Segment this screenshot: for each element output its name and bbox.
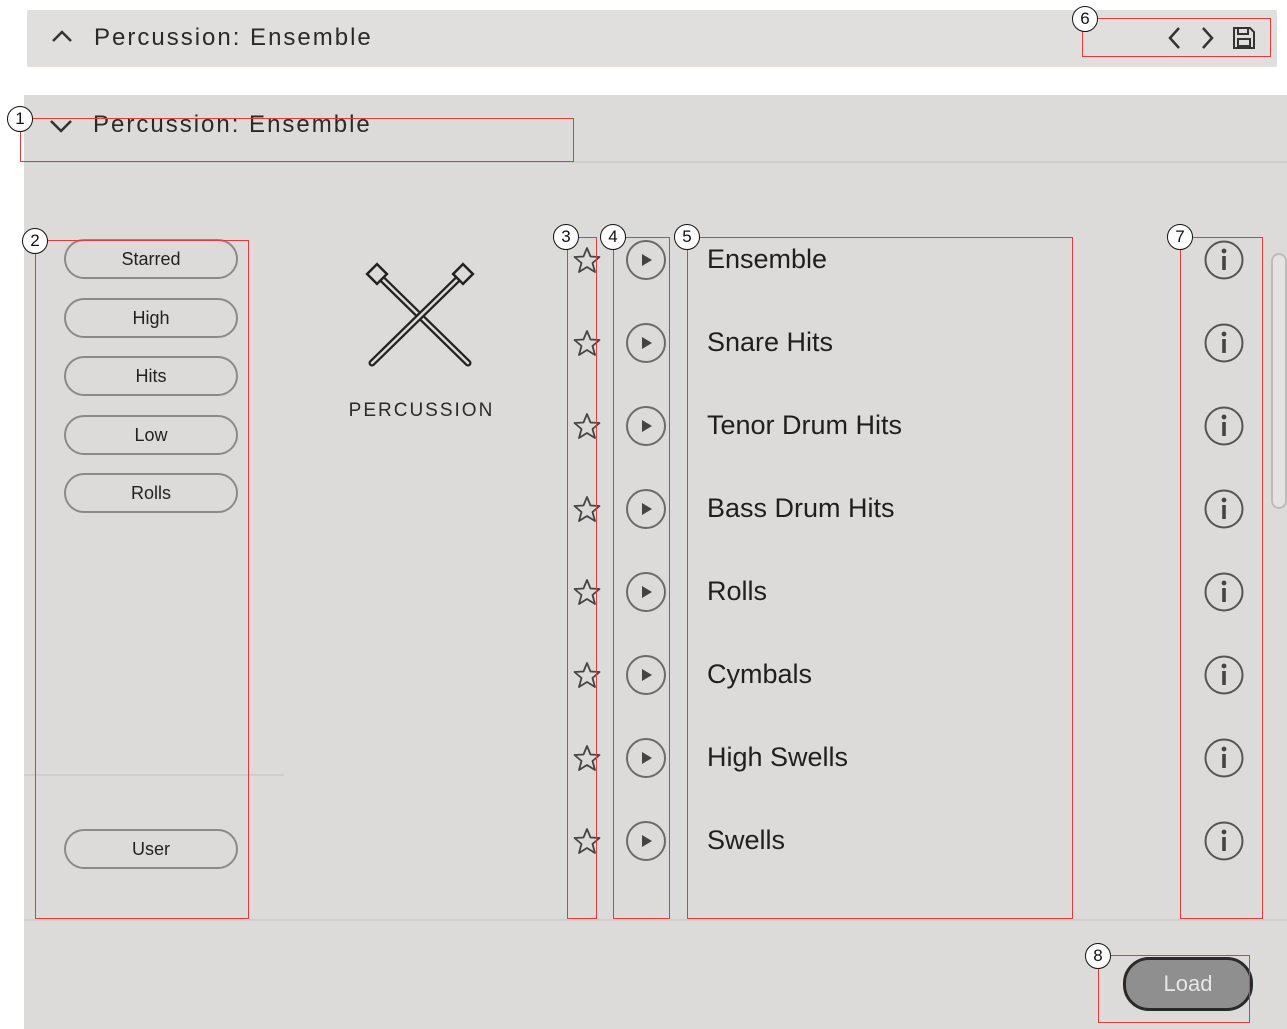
star-icon[interactable] xyxy=(572,494,602,524)
play-preview-icon[interactable] xyxy=(624,487,668,531)
star-icon[interactable] xyxy=(572,826,602,856)
play-preview-icon[interactable] xyxy=(624,404,668,448)
play-preview-icon[interactable] xyxy=(624,238,668,282)
annotation-badge-7: 7 xyxy=(1167,224,1193,250)
preset-name[interactable]: Ensemble xyxy=(707,242,827,276)
sidebar-divider xyxy=(24,774,284,776)
star-icon[interactable] xyxy=(572,245,602,275)
star-icon[interactable] xyxy=(572,577,602,607)
annotation-badge-2: 2 xyxy=(22,228,48,254)
annotation-badge-1: 1 xyxy=(7,106,33,132)
load-button[interactable]: Load xyxy=(1123,957,1253,1011)
filter-user[interactable]: User xyxy=(64,829,238,869)
info-icon[interactable] xyxy=(1203,405,1245,447)
play-preview-icon[interactable] xyxy=(624,819,668,863)
info-icon[interactable] xyxy=(1203,239,1245,281)
star-icon[interactable] xyxy=(572,743,602,773)
star-icon[interactable] xyxy=(572,411,602,441)
info-icon[interactable] xyxy=(1203,488,1245,530)
annotation-badge-6: 6 xyxy=(1072,6,1098,32)
annotation-badge-8: 8 xyxy=(1085,943,1111,969)
info-icon[interactable] xyxy=(1203,571,1245,613)
scrollbar[interactable] xyxy=(1271,253,1287,509)
save-icon xyxy=(1233,27,1255,49)
annotation-badge-5: 5 xyxy=(674,224,700,250)
footer-divider xyxy=(24,919,1287,921)
category-label: PERCUSSION xyxy=(348,400,495,421)
chevron-down-icon[interactable] xyxy=(48,113,74,139)
filter-hits[interactable]: Hits xyxy=(64,356,238,396)
panel-header[interactable]: Percussion: Ensemble xyxy=(24,95,1287,163)
star-icon[interactable] xyxy=(572,328,602,358)
play-preview-icon[interactable] xyxy=(624,321,668,365)
info-icon[interactable] xyxy=(1203,737,1245,779)
star-icon[interactable] xyxy=(572,660,602,690)
previous-preset-button[interactable] xyxy=(1161,24,1189,52)
filter-low[interactable]: Low xyxy=(64,415,238,455)
play-preview-icon[interactable] xyxy=(624,653,668,697)
preset-name[interactable]: Cymbals xyxy=(707,657,812,691)
panel-title: Percussion: Ensemble xyxy=(93,111,372,138)
header-title: Percussion: Ensemble xyxy=(94,24,373,51)
info-icon[interactable] xyxy=(1203,820,1245,862)
preset-name[interactable]: Tenor Drum Hits xyxy=(707,408,902,442)
play-preview-icon[interactable] xyxy=(624,570,668,614)
next-preset-button[interactable] xyxy=(1193,24,1221,52)
info-icon[interactable] xyxy=(1203,322,1245,364)
preset-browser-panel: Percussion: Ensemble Starred High Hits L… xyxy=(24,95,1287,1029)
filter-high[interactable]: High xyxy=(64,298,238,338)
play-preview-icon[interactable] xyxy=(624,736,668,780)
preset-name[interactable]: Rolls xyxy=(707,574,767,608)
annotation-badge-3: 3 xyxy=(553,224,579,250)
preset-name[interactable]: Snare Hits xyxy=(707,325,833,359)
preset-name[interactable]: Bass Drum Hits xyxy=(707,491,895,525)
chevron-left-icon xyxy=(1168,27,1180,49)
chevron-up-icon[interactable] xyxy=(49,24,75,50)
save-button[interactable] xyxy=(1230,24,1258,52)
preset-name[interactable]: Swells xyxy=(707,823,785,857)
preset-name[interactable]: High Swells xyxy=(707,740,848,774)
filter-starred[interactable]: Starred xyxy=(64,239,238,279)
filter-rolls[interactable]: Rolls xyxy=(64,473,238,513)
info-icon[interactable] xyxy=(1203,654,1245,696)
annotation-badge-4: 4 xyxy=(600,224,626,250)
crossed-mallets-icon xyxy=(365,262,475,367)
chevron-right-icon xyxy=(1202,27,1214,49)
